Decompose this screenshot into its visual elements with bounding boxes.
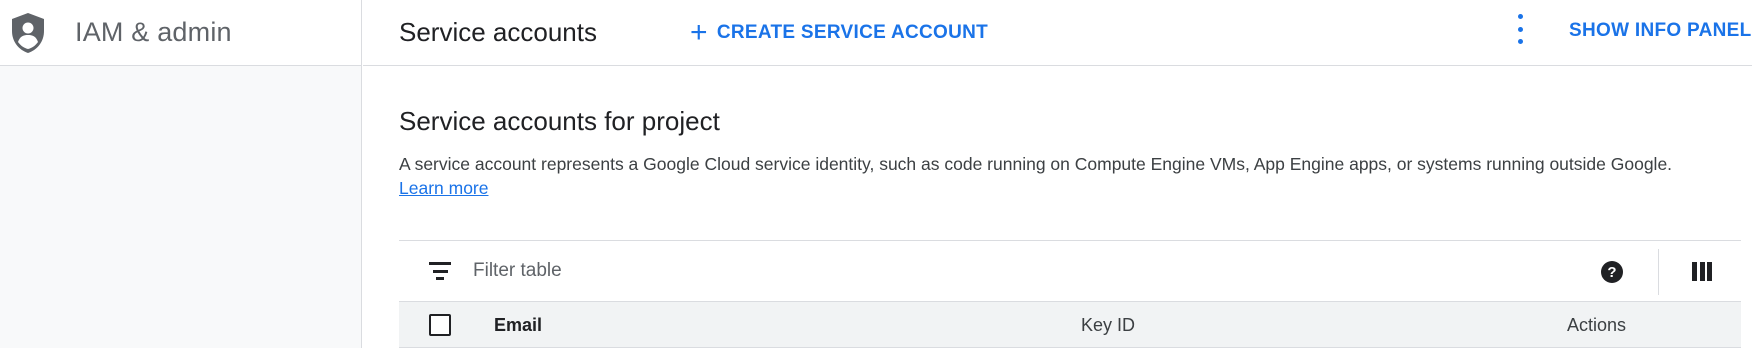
help-icon[interactable]: ? [1601, 261, 1623, 283]
filter-table-input[interactable] [473, 260, 1373, 282]
column-header-email[interactable]: Email [494, 315, 542, 336]
top-bar: Service accounts + CREATE SERVICE ACCOUN… [363, 0, 1752, 66]
select-all-checkbox[interactable] [429, 314, 451, 336]
app-window: IAM & admin Service accounts + CREATE SE… [0, 0, 1752, 348]
filter-icon[interactable] [429, 262, 451, 280]
divider [1658, 249, 1659, 295]
table-header-row: Email Key ID Actions [399, 302, 1741, 348]
filter-bar: ? [399, 240, 1741, 302]
create-service-account-button[interactable]: + CREATE SERVICE ACCOUNT [689, 15, 989, 49]
service-accounts-table: ? Email Key ID Actions [399, 240, 1741, 348]
learn-more-link[interactable]: Learn more [399, 178, 489, 198]
show-info-panel-button[interactable]: SHOW INFO PANEL [1569, 20, 1752, 42]
column-display-icon[interactable] [1692, 262, 1712, 281]
section-title: Service accounts for project [399, 106, 720, 136]
column-header-key-id: Key ID [1081, 315, 1136, 335]
more-vert-icon[interactable] [1508, 14, 1532, 44]
shield-person-icon [8, 10, 48, 56]
nav-header: IAM & admin [0, 0, 361, 66]
nav-title: IAM & admin [75, 17, 232, 47]
plus-icon: + [689, 15, 708, 49]
column-header-actions: Actions [1567, 315, 1627, 335]
left-nav: IAM & admin [0, 0, 362, 348]
create-service-account-label: CREATE SERVICE ACCOUNT [716, 21, 989, 43]
description-text: A service account represents a Google Cl… [399, 154, 1673, 174]
page-title: Service accounts [399, 17, 597, 47]
description: A service account represents a Google Cl… [399, 152, 1719, 200]
